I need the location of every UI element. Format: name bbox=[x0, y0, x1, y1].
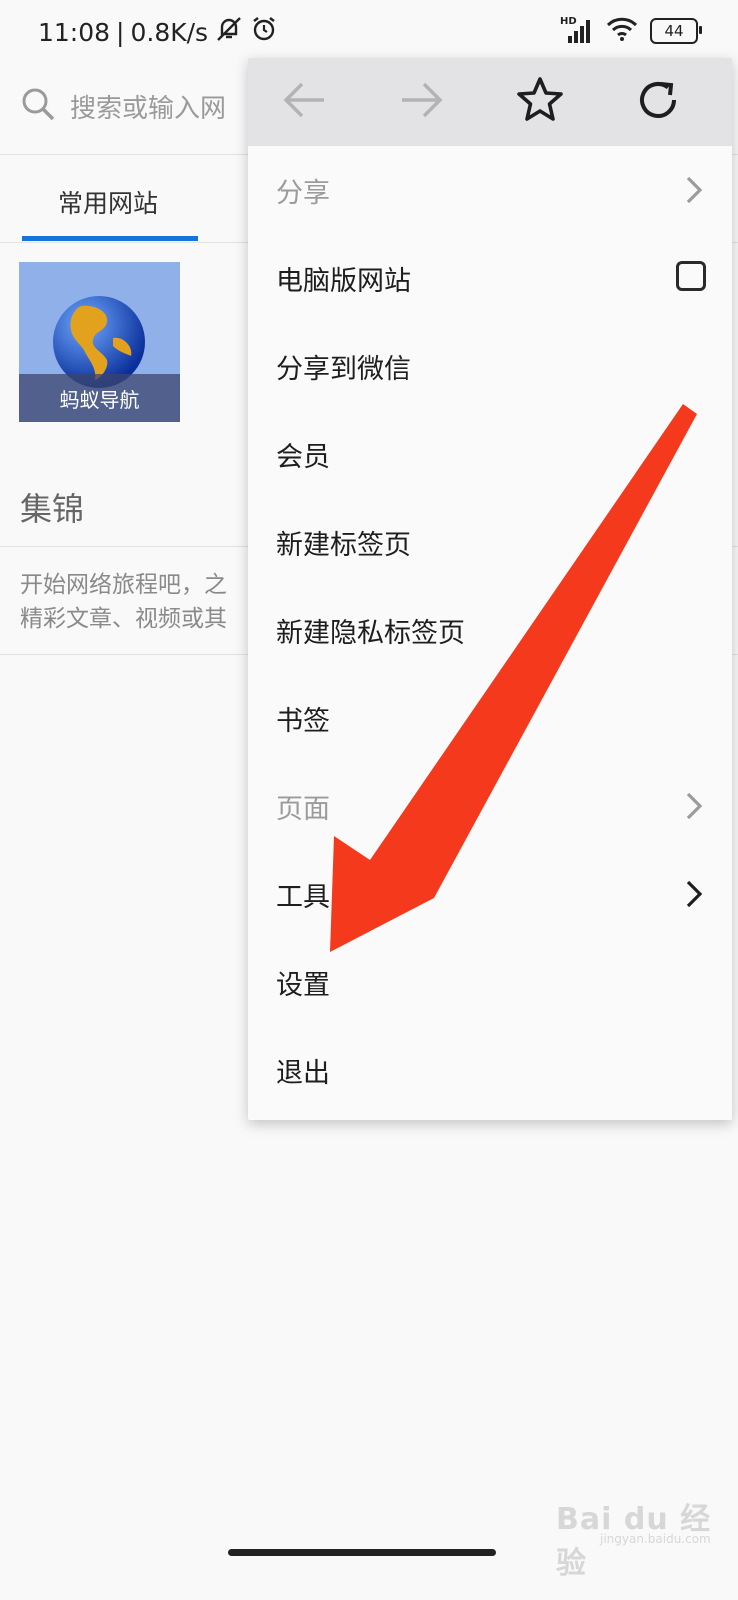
bookmark-button[interactable] bbox=[510, 72, 570, 132]
status-bar: 11:08 | 0.8K/s HD 44 bbox=[0, 0, 738, 62]
site-tile[interactable]: 蚂蚁导航 bbox=[19, 262, 180, 422]
watermark-url: jingyan.baidu.com bbox=[600, 1532, 711, 1546]
menu-item-bookmarks[interactable]: 书签 bbox=[248, 674, 732, 762]
menu-item-label: 页面 bbox=[276, 793, 330, 825]
menu-toolbar bbox=[248, 58, 732, 146]
battery-icon: 44 bbox=[650, 18, 702, 44]
menu-item-label: 设置 bbox=[276, 969, 330, 1001]
silent-icon bbox=[214, 14, 244, 50]
desktop-site-checkbox[interactable] bbox=[676, 261, 706, 291]
menu-item-label: 分享 bbox=[276, 177, 330, 209]
menu-item-tools[interactable]: 工具 bbox=[248, 850, 732, 938]
menu-item-label: 新建隐私标签页 bbox=[276, 617, 465, 649]
forward-button[interactable] bbox=[392, 72, 452, 132]
intro-line-2: 精彩文章、视频或其 bbox=[20, 606, 227, 632]
arrow-left-icon bbox=[280, 76, 328, 128]
network-speed: 0.8K/s bbox=[130, 17, 209, 47]
menu-item-settings[interactable]: 设置 bbox=[248, 938, 732, 1026]
site-tile-label: 蚂蚁导航 bbox=[19, 374, 180, 422]
alarm-icon bbox=[250, 15, 278, 49]
tab-common-sites[interactable]: 常用网站 bbox=[58, 184, 158, 220]
menu-item-label: 工具 bbox=[276, 881, 330, 913]
back-button[interactable] bbox=[274, 72, 334, 132]
menu-item-new-tab[interactable]: 新建标签页 bbox=[248, 498, 732, 586]
chevron-right-icon bbox=[684, 790, 704, 826]
menu-item-label: 退出 bbox=[276, 1057, 330, 1089]
home-indicator[interactable] bbox=[228, 1549, 496, 1556]
arrow-right-icon bbox=[398, 76, 446, 128]
menu-item-membership[interactable]: 会员 bbox=[248, 410, 732, 498]
collections-title: 集锦 bbox=[20, 490, 85, 528]
reload-button[interactable] bbox=[628, 72, 688, 132]
menu-item-label: 新建标签页 bbox=[276, 529, 411, 561]
menu-item-new-private-tab[interactable]: 新建隐私标签页 bbox=[248, 586, 732, 674]
menu-item-label: 分享到微信 bbox=[276, 353, 411, 385]
chevron-right-icon bbox=[684, 174, 704, 210]
menu-item-desktop-site[interactable]: 电脑版网站 bbox=[248, 234, 732, 322]
menu-item-share-wechat[interactable]: 分享到微信 bbox=[248, 322, 732, 410]
chevron-right-icon bbox=[684, 878, 704, 914]
tab-active-indicator bbox=[22, 236, 198, 241]
intro-line-1: 开始网络旅程吧，之 bbox=[20, 572, 227, 598]
wifi-icon bbox=[606, 16, 638, 46]
signal-icon: HD bbox=[560, 16, 594, 44]
menu-item-label: 会员 bbox=[276, 441, 330, 473]
battery-level: 44 bbox=[664, 22, 684, 40]
star-icon bbox=[515, 75, 565, 129]
search-icon bbox=[20, 86, 56, 126]
collections-intro: 开始网络旅程吧，之 精彩文章、视频或其 bbox=[20, 568, 227, 636]
search-placeholder: 搜索或输入网 bbox=[70, 94, 227, 124]
menu-item-page[interactable]: 页面 bbox=[248, 762, 732, 850]
menu-item-label: 书签 bbox=[276, 705, 330, 737]
menu-item-exit[interactable]: 退出 bbox=[248, 1026, 732, 1114]
status-separator: | bbox=[116, 17, 125, 47]
clock: 11:08 bbox=[38, 17, 111, 47]
menu-item-label: 电脑版网站 bbox=[276, 265, 411, 297]
overflow-menu: 分享 电脑版网站 分享到微信 会员 新建标签页 新建隐私标签页 书签 页面 工具… bbox=[248, 58, 732, 1120]
menu-item-share[interactable]: 分享 bbox=[248, 146, 732, 234]
refresh-icon bbox=[634, 76, 682, 128]
